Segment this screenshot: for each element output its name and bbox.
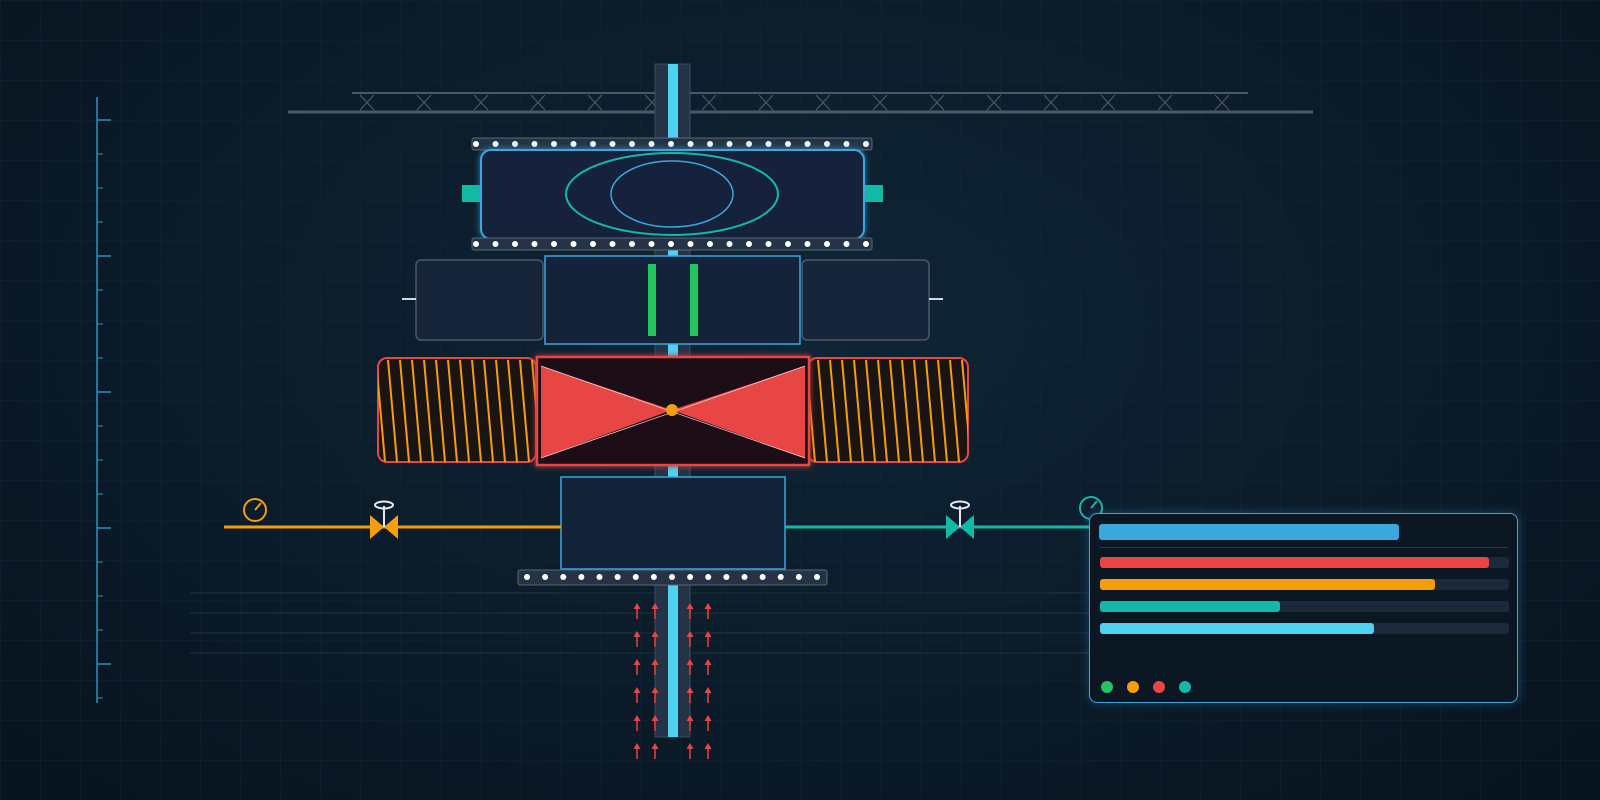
bolt (560, 574, 567, 580)
bolt (687, 574, 694, 580)
bolt (609, 241, 616, 247)
indicator-row (1101, 681, 1191, 693)
bolt (726, 141, 733, 147)
bolt (473, 141, 479, 147)
bolt (492, 141, 499, 147)
bolt (551, 141, 557, 147)
bolt (726, 241, 733, 247)
status-indicator-dot (1127, 681, 1139, 693)
status-indicator-dot (1153, 681, 1165, 693)
panel-header-bar (1099, 524, 1399, 540)
bolt (650, 574, 657, 580)
bolt (512, 141, 518, 147)
teal-gauge (1100, 601, 1280, 612)
bolt (843, 241, 850, 247)
bolt (596, 574, 603, 580)
status-indicator-dot (1101, 681, 1113, 693)
lower-chamber (560, 476, 786, 570)
bolt (804, 241, 811, 247)
red-gauge (1100, 557, 1489, 568)
bolt (512, 241, 518, 247)
bolt (843, 141, 850, 147)
bolt (531, 141, 538, 147)
bolt (741, 574, 748, 580)
bolt (785, 241, 791, 247)
orange-gauge (1100, 579, 1436, 590)
bottom-flange (517, 569, 828, 586)
panel-divider (1099, 547, 1508, 548)
bolt (668, 141, 674, 147)
bolt (609, 141, 616, 147)
bolt (578, 574, 585, 580)
bolt (795, 574, 802, 580)
bolt (687, 241, 694, 247)
cyan-gauge-track (1100, 623, 1509, 634)
status-indicator-dot (1179, 681, 1191, 693)
bolt (765, 241, 772, 247)
coupling-section (402, 255, 943, 345)
bolt (863, 141, 869, 147)
bolt (668, 241, 674, 247)
bolt (570, 141, 577, 147)
bolt (531, 241, 538, 247)
bolt (814, 574, 820, 580)
bolt (707, 141, 713, 147)
orange-gauge-track (1100, 579, 1509, 590)
bolt (669, 574, 675, 580)
bolt (746, 141, 752, 147)
status-panel (1089, 513, 1518, 703)
bolt (777, 574, 784, 580)
bolt (804, 141, 811, 147)
top-flange-upper (471, 137, 873, 151)
bolt (824, 141, 830, 147)
bolt (632, 574, 639, 580)
bolt (614, 574, 621, 580)
bolt (570, 241, 577, 247)
bolt (590, 141, 596, 147)
bolt (648, 141, 655, 147)
cyan-gauge (1100, 623, 1375, 634)
top-flange-lower (471, 237, 873, 251)
hot-core (535, 355, 811, 467)
red-gauge-track (1100, 557, 1509, 568)
teal-gauge-track (1100, 601, 1509, 612)
bolt (705, 574, 712, 580)
heater-coil-left (377, 357, 537, 463)
bolt (524, 574, 530, 580)
bolt (492, 241, 499, 247)
bolt (746, 241, 752, 247)
bolt (551, 241, 557, 247)
bolt (863, 241, 869, 247)
bolt (765, 141, 772, 147)
bolt (629, 141, 635, 147)
bolt (824, 241, 830, 247)
bolt (473, 241, 479, 247)
bolt (542, 574, 549, 580)
bolt (759, 574, 766, 580)
heater-coil-right (807, 357, 969, 463)
bolt (687, 141, 694, 147)
bolt (723, 574, 730, 580)
top-vessel (462, 149, 883, 240)
bolt (590, 241, 596, 247)
bolt (629, 241, 635, 247)
bolt (785, 141, 791, 147)
bolt (648, 241, 655, 247)
bolt (707, 241, 713, 247)
